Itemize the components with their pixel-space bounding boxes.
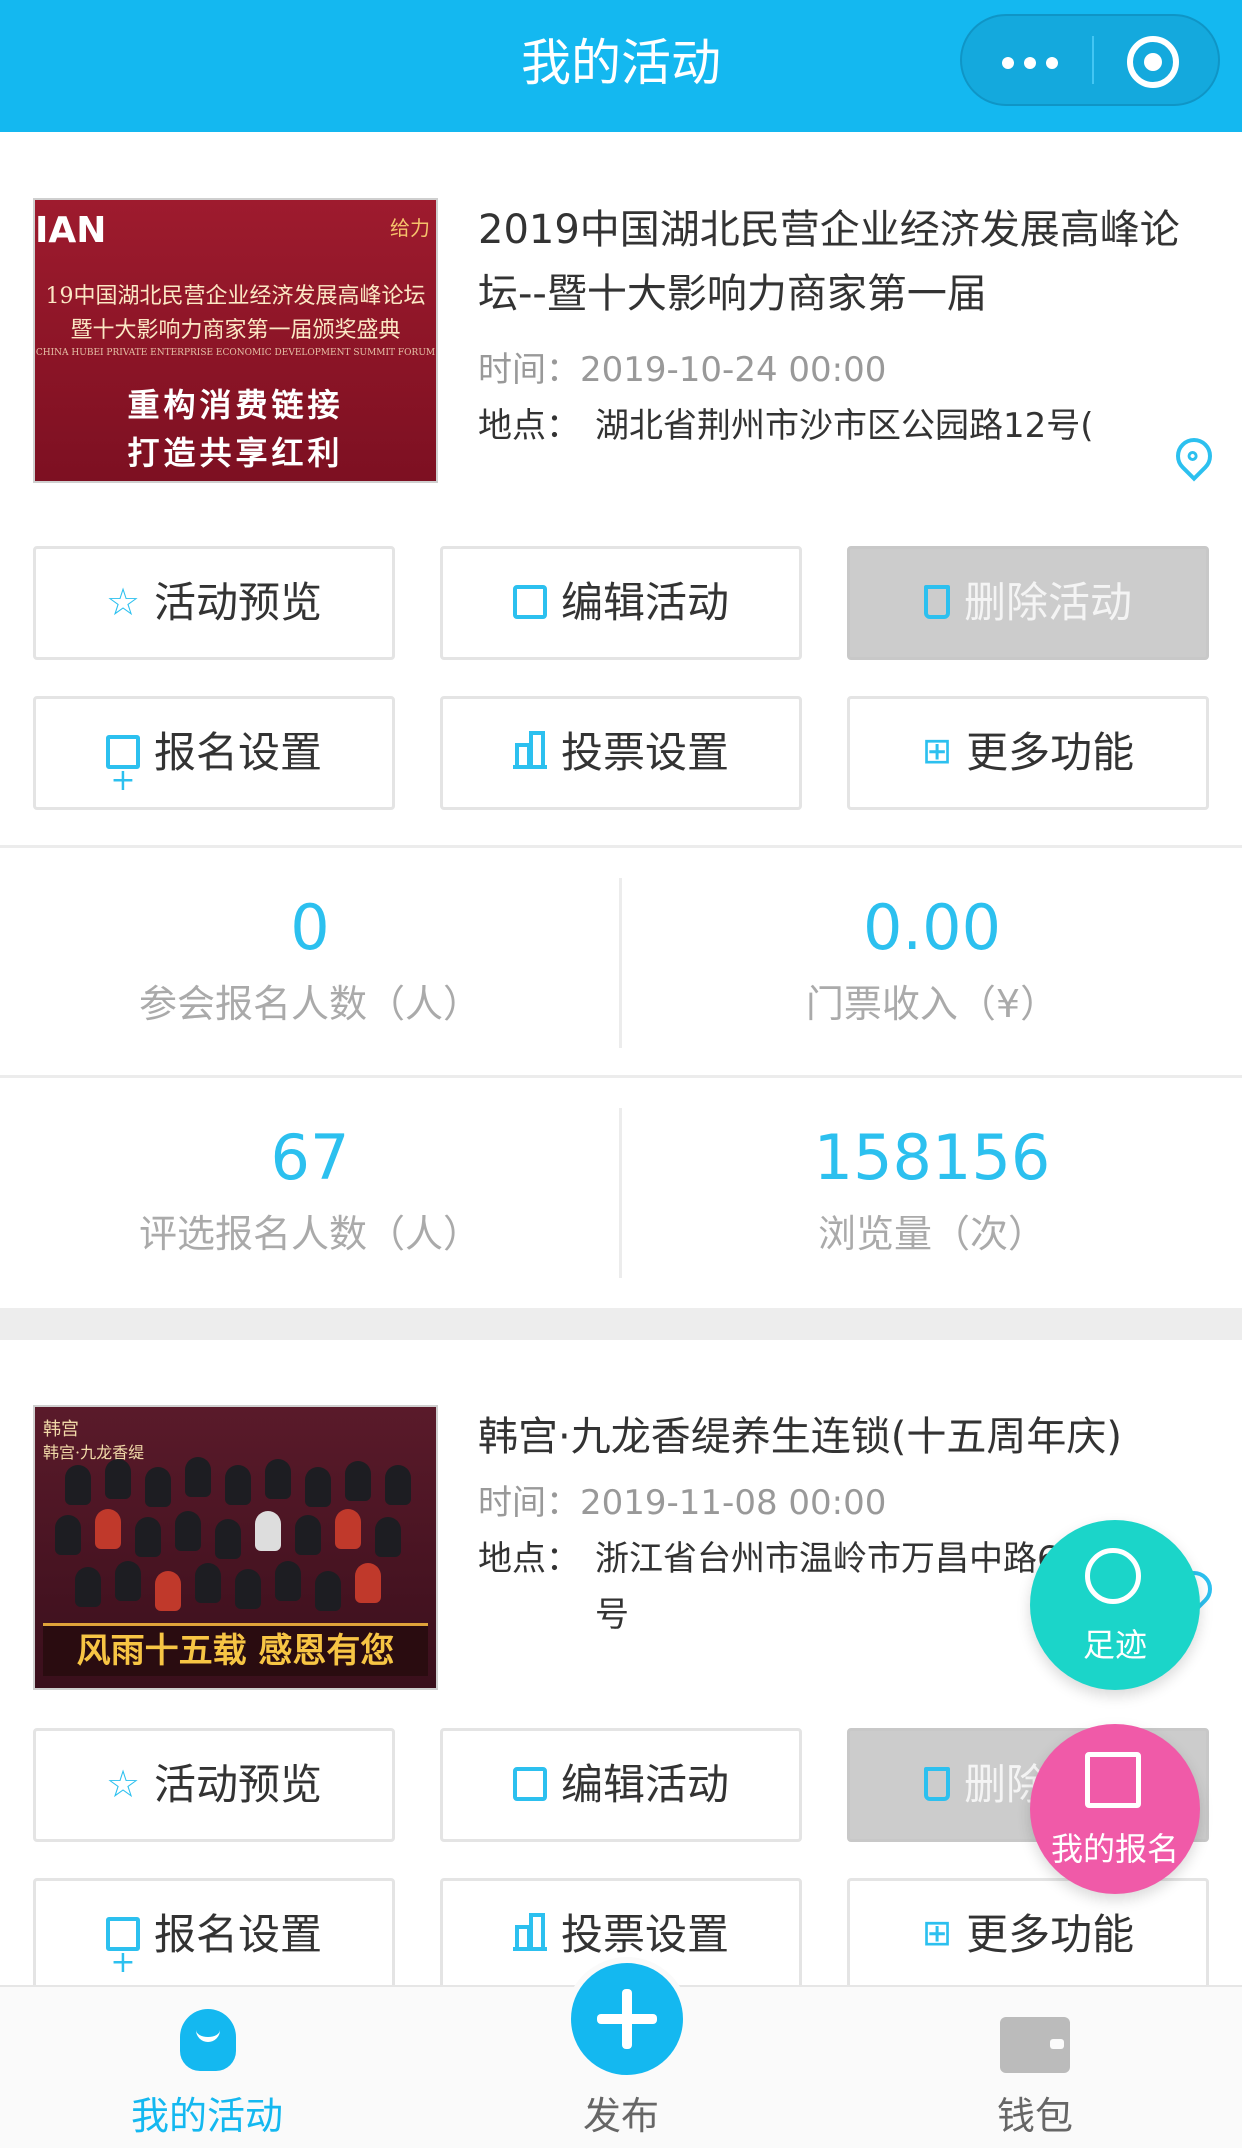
time-label: 时间：	[478, 1483, 580, 1523]
stat-selection-registrants: 67 评选报名人数（人）	[0, 1118, 620, 1264]
add-square-icon	[105, 727, 140, 835]
more-icon[interactable]	[1002, 16, 1082, 104]
address-label: 地点：	[478, 1539, 580, 1579]
poster-line: CHINA HUBEI PRIVATE ENTERPRISE ECONOMIC …	[35, 348, 436, 358]
poster-brand: 给力	[390, 216, 430, 240]
button-label: 投票设置	[560, 728, 729, 777]
tab-wallet[interactable]: 钱包	[828, 1987, 1242, 2150]
grid-icon: ⊞	[921, 730, 953, 772]
card-separator	[0, 1308, 1242, 1340]
stat-label: 评选报名人数（人）	[138, 1212, 481, 1256]
poster-slogan: 重构消费链接	[127, 386, 344, 424]
bottom-tab-bar: 我的活动 发布 钱包	[0, 1957, 1242, 2150]
vote-settings-button[interactable]: 投票设置	[440, 696, 802, 810]
more-functions-button[interactable]: ⊞ 更多功能	[847, 696, 1209, 810]
stat-value: 0.00	[862, 891, 1002, 964]
more-functions-button[interactable]: ⊞ 更多功能	[847, 1878, 1209, 1992]
stat-page-views: 158156 浏览量（次）	[622, 1118, 1242, 1264]
mini-program-capsule	[960, 14, 1220, 106]
close-target-icon[interactable]	[1127, 36, 1179, 88]
button-label: 投票设置	[560, 1910, 729, 1959]
button-label: 更多功能	[966, 728, 1135, 777]
address-value: 湖北省荆州市沙市区公园路12号(	[595, 406, 1094, 446]
trash-icon	[923, 584, 950, 619]
tab-label: 钱包	[996, 2094, 1073, 2138]
poster-slogan: 打造共享红利	[127, 434, 344, 472]
edit-icon	[512, 1766, 547, 1801]
stat-label: 参会报名人数（人）	[138, 982, 481, 1026]
edit-icon	[512, 584, 547, 619]
bar-chart-icon	[512, 1912, 547, 1951]
wallet-icon	[1000, 2017, 1070, 2073]
my-registration-button[interactable]: 我的报名	[1030, 1724, 1200, 1894]
activity-card: IAN 给力 19中国湖北民营企业经济发展高峰论坛 暨十大影响力商家第一届颁奖盛…	[0, 198, 1242, 1308]
button-label: 报名设置	[153, 1910, 322, 1959]
time-value: 2019-10-24 00:00	[580, 350, 887, 390]
my-registration-label: 我的报名	[1050, 1830, 1179, 1868]
add-square-icon	[105, 1909, 140, 2017]
address-label: 地点：	[478, 406, 580, 446]
registration-settings-button[interactable]: 报名设置	[33, 696, 395, 835]
stat-label: 门票收入（¥）	[805, 982, 1059, 1026]
time-value: 2019-11-08 00:00	[580, 1483, 887, 1523]
footprint-icon	[1085, 1548, 1141, 1604]
nav-bar: 我的活动	[0, 0, 1242, 132]
stat-attendees: 0 参会报名人数（人）	[0, 888, 620, 1034]
poster-line: 暨十大影响力商家第一届颁奖盛典	[70, 318, 401, 343]
button-label: 报名设置	[153, 728, 322, 777]
publish-plus-icon[interactable]	[565, 1957, 689, 2081]
delete-button[interactable]: 删除活动	[847, 546, 1209, 660]
poster-line: 19中国湖北民营企业经济发展高峰论坛	[45, 284, 426, 309]
time-label: 时间：	[478, 350, 580, 390]
activity-poster[interactable]: 韩宫 韩宫·九龙香缇 风雨十五载 感恩有您	[33, 1405, 438, 1690]
bar-chart-icon	[512, 730, 547, 769]
tab-label: 发布	[582, 2094, 659, 2138]
stat-value: 0	[290, 891, 330, 964]
edit-button[interactable]: 编辑活动	[440, 1728, 802, 1842]
poster-banner: 风雨十五载 感恩有您	[43, 1623, 428, 1676]
stat-label: 浏览量（次）	[817, 1212, 1046, 1256]
activity-time: 时间：2019-10-24 00:00	[478, 342, 1158, 398]
activity-card: 韩宫 韩宫·九龙香缇 风雨十五载 感恩有您 韩宫·九龙香缇养生连锁(十五周年庆)…	[0, 1405, 1242, 2017]
grid-icon: ⊞	[921, 1912, 953, 1954]
button-label: 编辑活动	[560, 578, 729, 627]
stat-value: 158156	[813, 1121, 1051, 1194]
edit-button[interactable]: 编辑活动	[440, 546, 802, 660]
button-label: 活动预览	[154, 1760, 323, 1809]
footprint-button[interactable]: 足迹	[1030, 1520, 1200, 1690]
activity-poster[interactable]: IAN 给力 19中国湖北民营企业经济发展高峰论坛 暨十大影响力商家第一届颁奖盛…	[33, 198, 438, 483]
activity-title[interactable]: 韩宫·九龙香缇养生连锁(十五周年庆)	[478, 1405, 1218, 1469]
tab-my-activities[interactable]: 我的活动	[0, 1987, 414, 2150]
footprint-label: 足迹	[1082, 1626, 1147, 1664]
tab-label: 我的活动	[130, 2094, 283, 2138]
divider	[0, 1075, 1242, 1078]
trash-icon	[923, 1766, 950, 1801]
edit-form-icon	[1085, 1752, 1141, 1808]
registration-settings-button[interactable]: 报名设置	[33, 1878, 395, 2017]
star-icon: ☆	[105, 579, 141, 624]
button-label: 删除活动	[963, 578, 1132, 627]
stat-value: 67	[270, 1121, 350, 1194]
poster-logo: IAN	[35, 210, 107, 251]
capsule-divider	[1092, 36, 1094, 84]
group-photo	[55, 1455, 416, 1625]
button-label: 更多功能	[966, 1910, 1135, 1959]
star-icon: ☆	[105, 1761, 141, 1806]
location-pin-icon[interactable]	[1168, 430, 1220, 482]
user-icon	[180, 2009, 236, 2071]
activity-time: 时间：2019-11-08 00:00	[478, 1475, 1158, 1531]
poster-brand: 韩宫	[43, 1419, 79, 1440]
preview-button[interactable]: ☆ 活动预览	[33, 1728, 395, 1842]
button-label: 编辑活动	[560, 1760, 729, 1809]
button-label: 活动预览	[154, 578, 323, 627]
activity-title[interactable]: 2019中国湖北民营企业经济发展高峰论坛--暨十大影响力商家第一届	[478, 198, 1218, 326]
preview-button[interactable]: ☆ 活动预览	[33, 546, 395, 660]
divider	[0, 845, 1242, 848]
stat-ticket-income: 0.00 门票收入（¥）	[622, 888, 1242, 1034]
